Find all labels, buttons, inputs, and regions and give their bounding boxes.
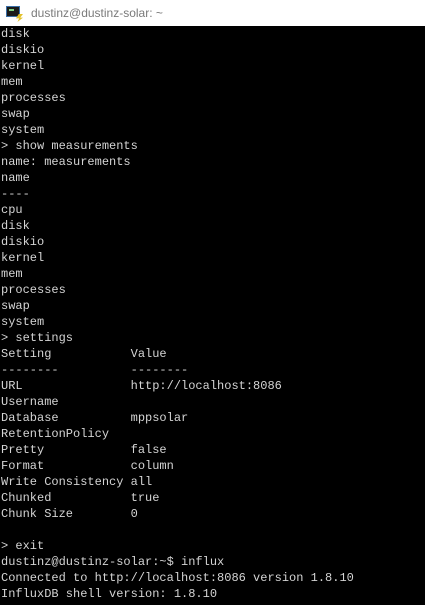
terminal-line: diskio (1, 235, 45, 249)
terminal-output: disk diskio kernel mem processes swap system > … (1, 26, 354, 602)
terminal-line: kernel (1, 59, 45, 73)
terminal-line: Connected to http://localhost:8086 versi… (1, 571, 354, 585)
terminal-line: system (1, 315, 45, 329)
terminal-line: Pretty false (1, 443, 167, 457)
terminal-line: disk (1, 27, 30, 41)
terminal-line: disk (1, 219, 30, 233)
terminal-line: mem (1, 75, 23, 89)
terminal-line: ---- (1, 187, 30, 201)
terminal-line: name: measurements (1, 155, 131, 169)
terminal-line: swap (1, 107, 30, 121)
putty-terminal-icon[interactable] (6, 5, 23, 22)
title-bar[interactable]: dustinz@dustinz-solar: ~ (0, 0, 425, 26)
terminal-line: name (1, 171, 30, 185)
terminal-line: RetentionPolicy (1, 427, 110, 441)
terminal-line: swap (1, 299, 30, 313)
window-title: dustinz@dustinz-solar: ~ (31, 6, 163, 20)
terminal-line: Database mppsolar (1, 411, 189, 425)
terminal-line: Chunk Size 0 (1, 507, 138, 521)
terminal-line: processes (1, 283, 66, 297)
terminal-line: cpu (1, 203, 23, 217)
terminal-line: dustinz@dustinz-solar:~$ influx (1, 555, 225, 569)
terminal-line: > exit (1, 539, 45, 553)
terminal-line: Setting Value (1, 347, 167, 361)
terminal-line: > show measurements (1, 139, 138, 153)
terminal-line: diskio (1, 43, 45, 57)
terminal-line: -------- -------- (1, 363, 189, 377)
terminal-line: mem (1, 267, 23, 281)
terminal-line: URL http://localhost:8086 (1, 379, 282, 393)
terminal-line: Write Consistency all (1, 475, 153, 489)
terminal-line: Format column (1, 459, 174, 473)
terminal-line: processes (1, 91, 66, 105)
terminal-line: kernel (1, 251, 45, 265)
terminal-area[interactable]: disk diskio kernel mem processes swap system > … (0, 26, 425, 605)
terminal-line: > settings (1, 331, 74, 345)
terminal-line: Username (1, 395, 59, 409)
terminal-line: InfluxDB shell version: 1.8.10 (1, 587, 218, 601)
terminal-line: system (1, 123, 45, 137)
terminal-window: dustinz@dustinz-solar: ~ disk diskio kerne… (0, 0, 425, 605)
terminal-line: Chunked true (1, 491, 160, 505)
